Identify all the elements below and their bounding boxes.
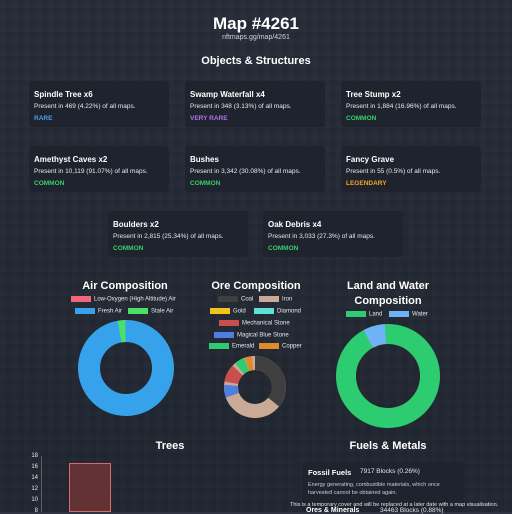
y-tick-label: 10 [31, 497, 38, 503]
map-url[interactable]: nftmaps.gg/map/4261 [0, 34, 512, 41]
object-card-swamp-waterfall: Swamp Waterfall x4 Present in 348 (3.13%… [185, 81, 325, 127]
object-presence: Present in 469 (4.22%) of all maps. [34, 103, 136, 110]
fuel-desc: Energy generating, combustible materials… [308, 482, 440, 488]
object-name: Swamp Waterfall x4 [190, 90, 265, 99]
object-card-amethyst-caves: Amethyst Caves x2 Present in 10,119 (91.… [29, 146, 169, 192]
legend-swatch [219, 320, 239, 326]
legend-label: Land [369, 311, 383, 318]
legend-swatch [389, 311, 409, 317]
legend-label: Gold [233, 308, 246, 315]
air-heading: Air Composition [82, 280, 168, 292]
y-tick-label: 12 [31, 486, 38, 492]
legend-swatch [259, 296, 279, 302]
ore-donut-chart [224, 356, 286, 418]
y-tick-label: 14 [31, 475, 38, 481]
object-name: Oak Debris x4 [268, 220, 322, 229]
rarity-badge: RARE [34, 115, 53, 122]
fuel-value: 7917 Blocks (0.26%) [360, 468, 420, 475]
land-slice [336, 324, 440, 428]
object-card-boulders: Boulders x2 Present in 2,815 (25.34%) of… [108, 211, 248, 257]
trees-bar [69, 463, 111, 512]
legend-fresh-air[interactable]: Fresh Air [75, 308, 122, 315]
legend-label: Low-Oxygen (High Altitude) Air [94, 296, 176, 303]
legend-label: Diamond [277, 308, 302, 315]
cover-notice: This is a temporary cover and will be re… [290, 502, 499, 508]
object-card-bushes: Bushes Present in 3,342 (30.08%) of all … [185, 146, 325, 192]
legend-swatch [210, 308, 230, 314]
legend-iron[interactable]: Iron [259, 296, 292, 303]
legend-label: Iron [282, 296, 293, 303]
legend-swatch [128, 308, 148, 314]
legend-low-oxygen[interactable]: Low-Oxygen (High Altitude) Air [71, 296, 176, 303]
legend-label: Magical Blue Stone [237, 332, 289, 339]
legend-mechanical-stone[interactable]: Mechanical Stone [219, 320, 290, 327]
land-donut-chart [336, 324, 440, 428]
object-presence: Present in 2,815 (25.34%) of all maps. [113, 233, 224, 240]
legend-emerald[interactable]: Emerald [209, 343, 254, 350]
rarity-badge: COMMON [113, 245, 144, 252]
object-presence: Present in 3,342 (30.08%) of all maps. [190, 168, 301, 175]
legend-label: Mechanical Stone [242, 320, 290, 327]
object-name: Bushes [190, 155, 219, 164]
legend-label: Stale Air [151, 308, 174, 315]
legend-label: Coal [241, 296, 254, 303]
legend-magical-blue-stone[interactable]: Magical Blue Stone [214, 332, 289, 339]
legend-label: Fresh Air [98, 308, 123, 315]
rarity-badge: COMMON [346, 115, 377, 122]
rarity-badge: LEGENDARY [346, 180, 387, 187]
object-card-spindle-tree: Spindle Tree x6 Present in 469 (4.22%) o… [29, 81, 169, 127]
legend-swatch [209, 343, 229, 349]
objects-heading: Objects & Structures [201, 55, 311, 67]
legend-label: Water [412, 311, 428, 318]
ore-heading: Ore Composition [211, 280, 301, 292]
legend-swatch [214, 332, 234, 338]
legend-label: Copper [282, 343, 302, 350]
land-heading-line1: Land and Water [346, 280, 430, 292]
map-background [0, 0, 512, 512]
object-name: Spindle Tree x6 [34, 90, 93, 99]
object-name: Amethyst Caves x2 [34, 155, 108, 164]
legend-label: Emerald [232, 343, 255, 350]
legend-gold[interactable]: Gold [210, 308, 246, 315]
legend-swatch [218, 296, 238, 302]
legend-copper[interactable]: Copper [259, 343, 302, 350]
y-tick-label: 16 [31, 464, 38, 470]
rarity-badge: COMMON [34, 180, 65, 187]
legend-swatch [75, 308, 95, 314]
page-title: Map #4261 [213, 14, 299, 33]
fuel-name: Fossil Fuels [308, 468, 352, 477]
object-presence: Present in 348 (3.13%) of all maps. [190, 103, 292, 110]
object-name: Boulders x2 [113, 220, 159, 229]
trees-heading: Trees [155, 440, 185, 452]
legend-land[interactable]: Land [346, 311, 382, 318]
legend-water[interactable]: Water [389, 311, 428, 318]
air-donut-chart [78, 320, 174, 416]
legend-swatch [346, 311, 366, 317]
rarity-badge: VERY RARE [190, 115, 228, 122]
legend-swatch [254, 308, 274, 314]
legend-coal[interactable]: Coal [218, 296, 253, 303]
legend-swatch [71, 296, 91, 302]
object-name: Fancy Grave [346, 155, 395, 164]
legend-swatch [259, 343, 279, 349]
object-presence: Present in 1,884 (16.96%) of all maps. [346, 103, 457, 110]
object-card-tree-stump: Tree Stump x2 Present in 1,884 (16.96%) … [341, 81, 481, 127]
legend-diamond[interactable]: Diamond [254, 308, 301, 315]
object-name: Tree Stump x2 [346, 90, 401, 99]
fuels-heading: Fuels & Metals [349, 440, 427, 452]
air-slice-fresh [78, 320, 174, 416]
y-tick-label: 18 [31, 453, 38, 459]
object-presence: Present in 55 (0.5%) of all maps. [346, 168, 441, 175]
legend-stale-air[interactable]: Stale Air [128, 308, 173, 315]
object-card-fancy-grave: Fancy Grave Present in 55 (0.5%) of all … [341, 146, 481, 192]
object-presence: Present in 10,119 (91.07%) of all maps. [34, 168, 148, 175]
object-card-oak-debris: Oak Debris x4 Present in 3,033 (27.3%) o… [263, 211, 403, 257]
land-heading-line2: Composition [354, 295, 422, 307]
rarity-badge: COMMON [268, 245, 299, 252]
rarity-badge: COMMON [190, 180, 221, 187]
fuel-desc: harvested cannot be obtained again. [308, 490, 397, 496]
object-presence: Present in 3,033 (27.3%) of all maps. [268, 233, 375, 240]
y-tick-label: 8 [34, 508, 38, 514]
